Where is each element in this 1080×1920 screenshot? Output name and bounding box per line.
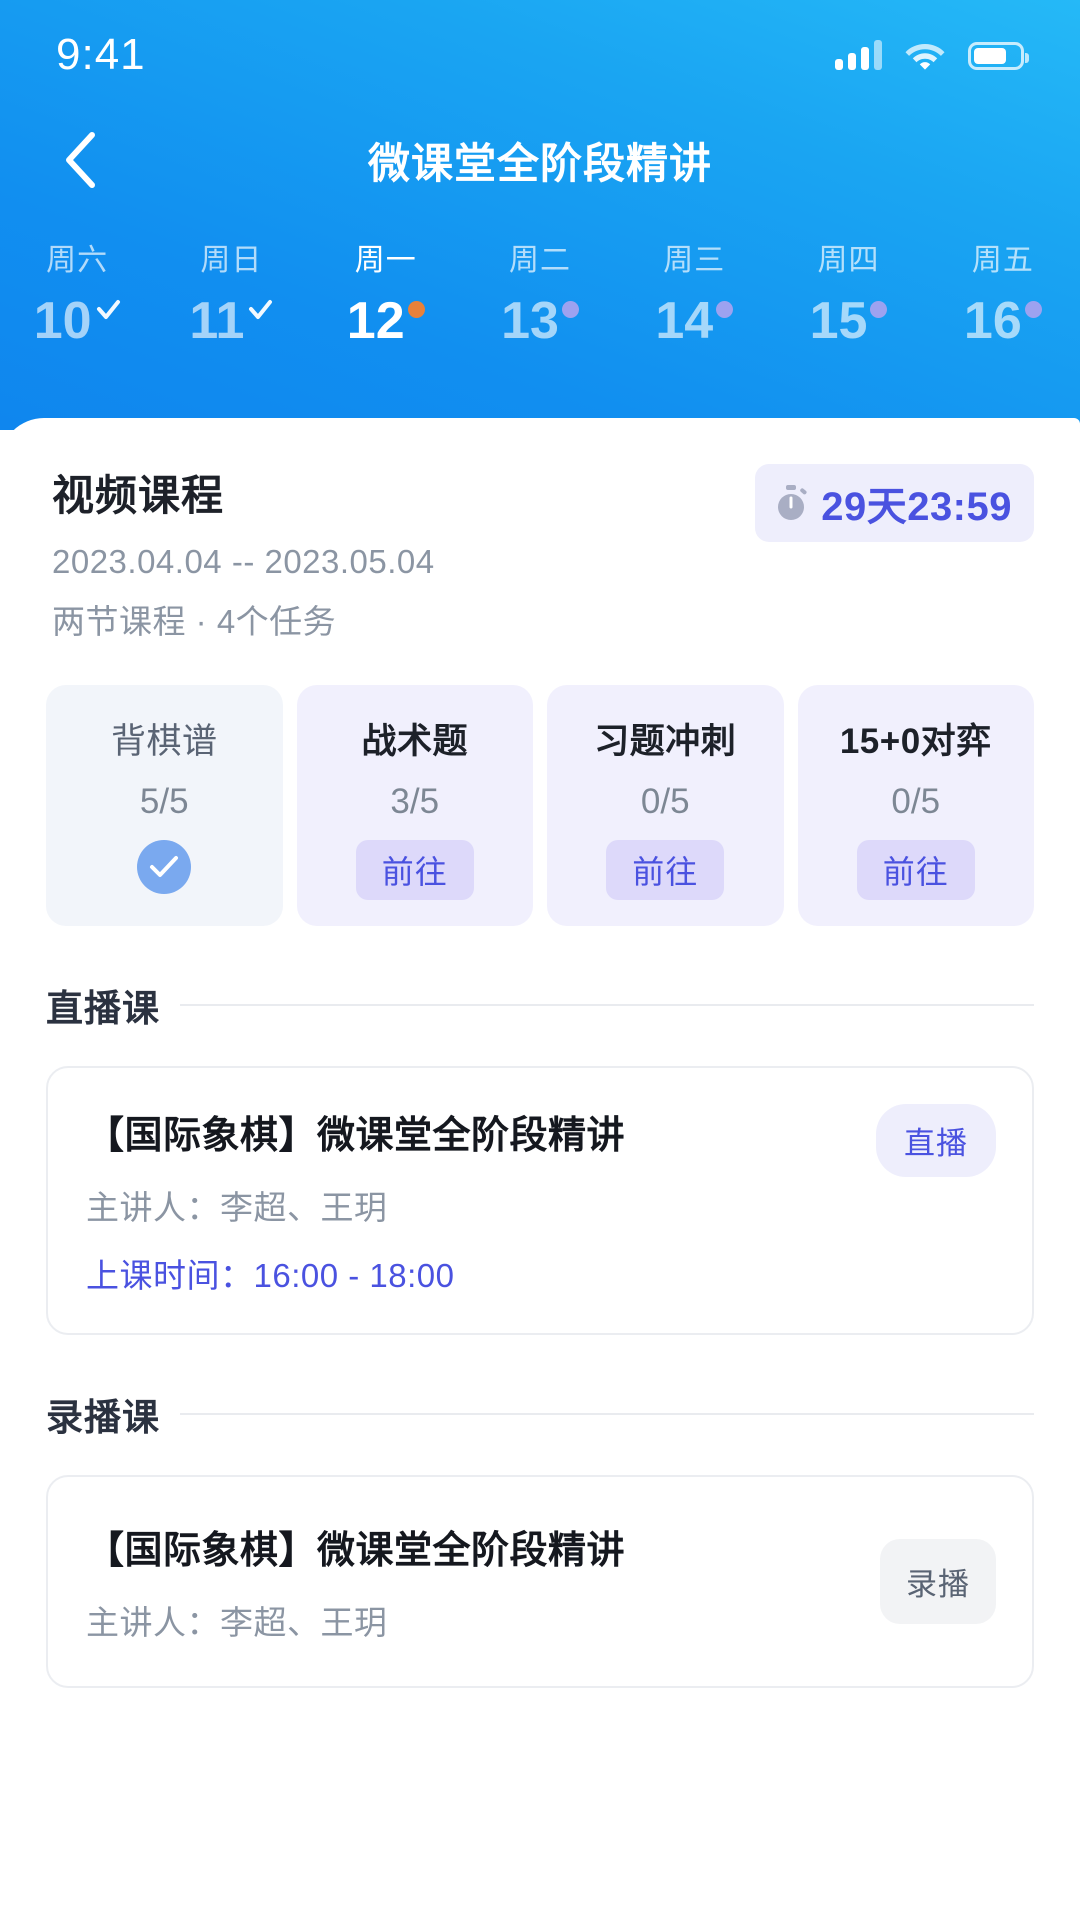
task-card-1[interactable]: 战术题 3/5 前往 xyxy=(296,685,533,926)
lesson-teacher: 主讲人：李超、王玥 xyxy=(86,1189,388,1226)
future-dot-icon xyxy=(870,301,888,318)
check-circle-icon xyxy=(137,840,192,894)
status-bar: 9:41 xyxy=(0,0,1080,110)
task-card-2[interactable]: 习题冲刺 0/5 前往 xyxy=(547,685,784,926)
lesson-title: 【国际象棋】微课堂全阶段精讲 xyxy=(86,1530,626,1572)
task-name: 战术题 xyxy=(361,722,468,761)
lesson-card-recorded[interactable]: 【国际象棋】微课堂全阶段精讲 主讲人：李超、王玥 录播 xyxy=(46,1475,1034,1688)
date-cell-16[interactable]: 周五 16 xyxy=(926,235,1080,347)
date-cell-15[interactable]: 周四 15 xyxy=(771,235,925,347)
check-small-icon xyxy=(95,299,121,325)
section-title: 直播课 xyxy=(46,988,160,1029)
date-number: 10 xyxy=(33,292,92,350)
section-header: 直播课 xyxy=(46,978,1034,1032)
date-number: 12 xyxy=(346,292,405,350)
section-header: 录播课 xyxy=(46,1387,1034,1441)
course-date-range: 2023.04.04 -- 2023.05.04 xyxy=(52,543,435,580)
date-dow: 周三 xyxy=(663,244,726,277)
date-dow: 周一 xyxy=(354,244,417,277)
task-progress: 0/5 xyxy=(640,782,690,821)
app-screen: 9:41 微课堂全阶段精讲 周六 10 周日 11 周一 12 周二 13 周三… xyxy=(0,0,1080,1920)
status-badge-recorded[interactable]: 录播 xyxy=(880,1539,996,1624)
nav-bar: 微课堂全阶段精讲 xyxy=(0,110,1080,210)
lesson-info: 【国际象棋】微课堂全阶段精讲 主讲人：李超、王玥 上课时间：16:00 - 18… xyxy=(86,1104,625,1297)
date-number: 13 xyxy=(501,292,559,350)
task-name: 背棋谱 xyxy=(110,722,218,761)
date-number: 15 xyxy=(809,292,868,350)
task-name: 习题冲刺 xyxy=(594,722,737,761)
task-goto-button[interactable]: 前往 xyxy=(606,840,725,900)
date-number: 16 xyxy=(963,292,1022,350)
status-icons xyxy=(835,40,1029,70)
date-number: 11 xyxy=(189,292,245,350)
date-number: 14 xyxy=(655,292,714,350)
signal-bars-icon xyxy=(835,40,882,70)
lesson-time: 上课时间：16:00 - 18:00 xyxy=(86,1257,455,1294)
date-strip: 周六 10 周日 11 周一 12 周二 13 周三 14 周四 15 周五 1… xyxy=(0,235,1080,347)
countdown-badge: 29天23:59 xyxy=(755,464,1034,542)
chevron-left-icon xyxy=(66,132,95,188)
date-dow: 周五 xyxy=(971,244,1034,277)
date-cell-11[interactable]: 周日 11 xyxy=(154,235,308,347)
task-goto-button[interactable]: 前往 xyxy=(856,840,975,900)
status-time: 9:41 xyxy=(56,30,146,79)
date-dow: 周六 xyxy=(46,244,109,277)
future-dot-icon xyxy=(716,301,734,318)
status-badge-live[interactable]: 直播 xyxy=(876,1104,996,1177)
wifi-icon xyxy=(905,44,945,70)
date-cell-10[interactable]: 周六 10 xyxy=(0,235,154,347)
date-dow: 周四 xyxy=(817,244,880,277)
task-card-list: 背棋谱 5/5 战术题 3/5 前往 习题冲刺 0/5 前往 15+0对弈 0/… xyxy=(0,643,1080,926)
page-title: 微课堂全阶段精讲 xyxy=(367,139,712,187)
lesson-teacher: 主讲人：李超、王玥 xyxy=(86,1604,388,1641)
battery-icon xyxy=(968,42,1029,70)
date-dow: 周日 xyxy=(200,244,263,277)
future-dot-icon xyxy=(561,301,579,318)
header-banner: 9:41 微课堂全阶段精讲 周六 10 周日 11 周一 12 周二 13 周三… xyxy=(0,0,1080,430)
lesson-card-live[interactable]: 【国际象棋】微课堂全阶段精讲 主讲人：李超、王玥 上课时间：16:00 - 18… xyxy=(46,1066,1034,1335)
task-card-3[interactable]: 15+0对弈 0/5 前往 xyxy=(797,685,1034,926)
task-name: 15+0对弈 xyxy=(839,722,992,761)
back-button[interactable] xyxy=(40,120,120,200)
lesson-title: 【国际象棋】微课堂全阶段精讲 xyxy=(86,1115,626,1157)
today-dot-icon xyxy=(407,301,425,318)
date-dow: 周二 xyxy=(508,244,571,277)
course-summary: 视频课程 2023.04.04 -- 2023.05.04 两节课程 · 4个任… xyxy=(0,418,1080,643)
section-title: 录播课 xyxy=(46,1397,160,1438)
section-divider xyxy=(180,1004,1034,1006)
stopwatch-icon xyxy=(778,485,807,520)
section-divider xyxy=(180,1413,1034,1415)
task-card-0[interactable]: 背棋谱 5/5 xyxy=(46,685,283,926)
task-progress: 5/5 xyxy=(139,782,189,821)
check-small-icon xyxy=(247,299,273,325)
course-meta: 两节课程 · 4个任务 xyxy=(52,603,337,640)
date-cell-13[interactable]: 周二 13 xyxy=(463,235,617,347)
content-panel: 视频课程 2023.04.04 -- 2023.05.04 两节课程 · 4个任… xyxy=(0,418,1080,1920)
task-progress: 3/5 xyxy=(390,782,440,821)
countdown-text: 29天23:59 xyxy=(821,485,1012,529)
lesson-info: 【国际象棋】微课堂全阶段精讲 主讲人：李超、王玥 xyxy=(86,1519,625,1644)
date-cell-14[interactable]: 周三 14 xyxy=(617,235,771,347)
section-live: 直播课 【国际象棋】微课堂全阶段精讲 主讲人：李超、王玥 上课时间：16:00 … xyxy=(0,978,1080,1335)
date-cell-12[interactable]: 周一 12 xyxy=(309,235,463,347)
task-goto-button[interactable]: 前往 xyxy=(355,840,474,900)
task-progress: 0/5 xyxy=(891,782,941,821)
future-dot-icon xyxy=(1024,301,1042,318)
section-recorded: 录播课 【国际象棋】微课堂全阶段精讲 主讲人：李超、王玥 录播 xyxy=(0,1387,1080,1688)
